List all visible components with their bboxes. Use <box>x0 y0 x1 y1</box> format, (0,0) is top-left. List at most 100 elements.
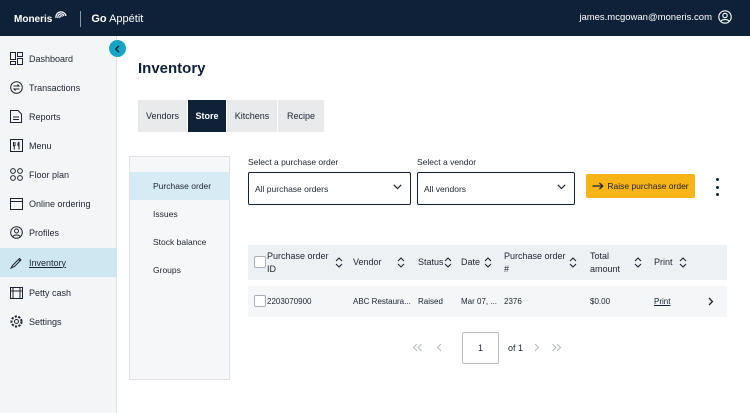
dashboard-icon <box>9 52 23 66</box>
chevron-right-icon[interactable] <box>708 297 714 306</box>
tab-vendors[interactable]: Vendors <box>138 100 187 132</box>
vendor-select-value: All vendors <box>424 183 467 194</box>
row-checkbox[interactable] <box>254 295 266 307</box>
purchase-order-filter-label: Select a purchase order <box>248 157 339 167</box>
sidebar-item-online-ordering[interactable]: Online ordering <box>0 189 117 218</box>
column-header-total-amount[interactable]: Total amount <box>590 245 648 280</box>
moneris-swirl-icon <box>55 11 67 19</box>
sort-icon <box>397 257 404 268</box>
table-row[interactable]: 2203070900 ABC Restaura... Raised Mar 07… <box>248 286 727 317</box>
column-header-print[interactable]: Print <box>654 245 694 280</box>
sidebar-item-label: Inventory <box>29 257 67 268</box>
cell-status: Raised <box>418 297 443 306</box>
cell-po-id: 2203070900 <box>267 297 312 306</box>
sort-icon <box>569 257 576 268</box>
raise-purchase-order-button[interactable]: Raise purchase order <box>586 174 695 198</box>
table-header: Purchase order ID Vendor Status Date Purc… <box>248 245 727 280</box>
sort-icon <box>679 257 686 268</box>
arrow-right-icon <box>592 182 605 190</box>
sidebar-item-settings[interactable]: Settings <box>0 307 117 336</box>
sort-icon <box>484 257 492 268</box>
print-link[interactable]: Print <box>654 286 684 317</box>
floor-plan-icon <box>9 168 23 182</box>
user-avatar-icon <box>718 10 732 24</box>
menu-icon <box>9 139 23 153</box>
product-name: Go Appétit <box>91 13 144 25</box>
sidebar-item-label: Profiles <box>29 227 60 238</box>
subnav-issues[interactable]: Issues <box>130 200 230 228</box>
sort-icon <box>335 257 342 268</box>
column-header-po-number[interactable]: Purchase order # <box>504 245 584 280</box>
sidebar-item-label: Floor plan <box>29 169 70 180</box>
column-header-date[interactable]: Date <box>461 245 501 280</box>
sort-icon <box>444 257 451 268</box>
user-menu[interactable]: james.mcgowan@moneris.com <box>579 10 732 24</box>
page-count-label: of 1 <box>508 343 524 353</box>
tab-recipe[interactable]: Recipe <box>278 100 324 132</box>
select-all-checkbox[interactable] <box>254 256 266 268</box>
column-header-status[interactable]: Status <box>418 245 458 280</box>
previous-page-icon[interactable] <box>436 343 442 352</box>
sidebar-item-transactions[interactable]: Transactions <box>0 73 117 102</box>
page-number-input[interactable]: 1 <box>462 332 499 364</box>
chevron-left-icon <box>114 44 120 53</box>
sidebar-item-label: Online ordering <box>29 198 91 209</box>
sidebar-item-label: Petty cash <box>29 287 72 298</box>
column-header-label: Purchase order # <box>504 250 566 274</box>
sidebar-item-label: Menu <box>29 140 52 151</box>
sidebar-item-floor-plan[interactable]: Floor plan <box>0 160 117 189</box>
collapse-sidebar-button[interactable] <box>109 40 126 57</box>
first-page-icon[interactable] <box>412 343 423 352</box>
store-subnav: Purchase order Issues Stock balance Grou… <box>129 156 230 380</box>
purchase-order-select-value: All purchase orders <box>255 183 329 194</box>
inventory-tabs: Vendors Store Kitchens Recipe <box>138 100 325 132</box>
cell-vendor: ABC Restaura... <box>353 297 411 306</box>
column-header-label: Print <box>654 257 673 267</box>
inventory-icon <box>9 256 23 270</box>
column-header-label: Date <box>461 257 481 267</box>
chevron-down-icon <box>557 184 566 190</box>
column-header-label: Vendor <box>353 257 382 267</box>
raise-purchase-order-label: Raise purchase order <box>607 181 689 191</box>
next-page-icon[interactable] <box>534 343 540 352</box>
top-bar: Moneris Go Appétit james.mcgowan@moneris… <box>0 0 750 36</box>
sidebar-item-petty-cash[interactable]: Petty cash <box>0 278 117 307</box>
sort-icon <box>634 257 642 268</box>
sidebar-item-menu[interactable]: Menu <box>0 131 117 160</box>
cell-date: Mar 07, ... <box>461 297 498 306</box>
vendor-filter-label: Select a vendor <box>417 157 477 167</box>
sidebar: Dashboard Transactions Reports Menu Floo… <box>0 36 117 413</box>
page-title: Inventory <box>138 60 206 77</box>
subnav-groups[interactable]: Groups <box>130 256 230 284</box>
purchase-order-select[interactable]: All purchase orders <box>248 172 411 205</box>
vendor-select[interactable]: All vendors <box>417 172 575 205</box>
user-email: james.mcgowan@moneris.com <box>579 11 712 23</box>
column-header-label: Purchase order ID <box>267 250 329 274</box>
chevron-down-icon <box>393 184 402 190</box>
brand-logo[interactable]: Moneris Go Appétit <box>14 11 143 27</box>
sidebar-item-label: Reports <box>29 111 61 122</box>
brand-name: Moneris <box>14 13 53 25</box>
column-header-vendor[interactable]: Vendor <box>353 245 408 280</box>
reports-icon <box>9 110 23 124</box>
petty-cash-icon <box>9 286 23 300</box>
sidebar-item-label: Settings <box>29 316 62 327</box>
settings-icon <box>9 315 23 329</box>
tab-store[interactable]: Store <box>188 100 226 132</box>
profiles-icon <box>9 226 23 240</box>
subnav-stock-balance[interactable]: Stock balance <box>130 228 230 256</box>
more-options-icon[interactable] <box>712 178 722 196</box>
sidebar-item-label: Transactions <box>29 82 81 93</box>
subnav-purchase-order[interactable]: Purchase order <box>130 172 230 200</box>
sidebar-item-inventory[interactable]: Inventory <box>0 248 117 277</box>
sidebar-item-label: Dashboard <box>29 53 74 64</box>
last-page-icon[interactable] <box>551 343 562 352</box>
sidebar-item-reports[interactable]: Reports <box>0 102 117 131</box>
cell-po-number: 2376 <box>504 297 522 306</box>
tab-kitchens[interactable]: Kitchens <box>227 100 277 132</box>
sidebar-item-profiles[interactable]: Profiles <box>0 218 117 247</box>
transactions-icon <box>9 81 23 95</box>
column-header-po-id[interactable]: Purchase order ID <box>267 245 345 280</box>
online-ordering-icon <box>9 197 23 211</box>
sidebar-item-dashboard[interactable]: Dashboard <box>0 44 117 73</box>
